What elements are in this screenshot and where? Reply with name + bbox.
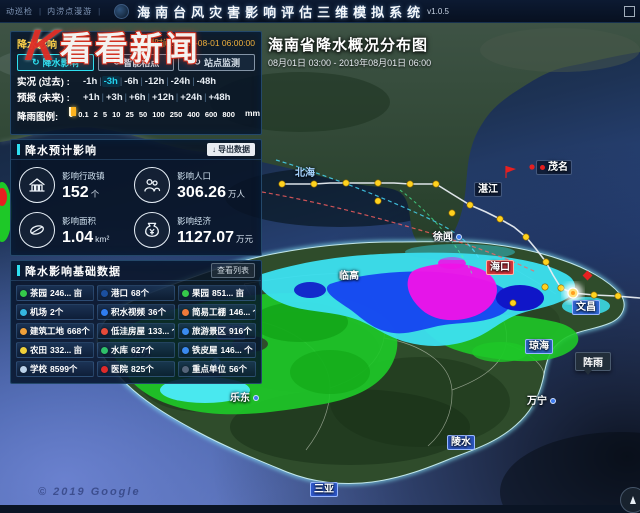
menu-separator: | bbox=[98, 7, 100, 16]
category-dot-icon bbox=[101, 347, 108, 354]
past-option--12h[interactable]: -12h bbox=[143, 76, 167, 87]
view-list-button[interactable]: 查看列表 bbox=[211, 263, 255, 278]
category-dot-icon bbox=[20, 366, 27, 373]
future-option-+6h[interactable]: +6h bbox=[127, 92, 148, 103]
compass-needle bbox=[630, 496, 636, 504]
basic-item-low-lying-house[interactable]: 低洼房屋133... 个 bbox=[97, 323, 175, 339]
past-option--1h[interactable]: -1h bbox=[81, 76, 99, 87]
past-label: 实况 (过去) : bbox=[17, 74, 81, 88]
legend-ticks: 00.1 25 1025 50100 250400 600800 bbox=[69, 110, 235, 119]
future-option-+1h[interactable]: +1h bbox=[81, 92, 102, 103]
impact-section-title: 降水预计影响 bbox=[25, 142, 97, 158]
forecast-time: 预测时间: 2019-08-01 06:00:00 bbox=[137, 37, 255, 49]
legend-unit: mm bbox=[245, 108, 260, 118]
basic-item-reservoir[interactable]: 水库627个 bbox=[97, 342, 175, 358]
past-option--48h[interactable]: -48h bbox=[195, 76, 219, 87]
basic-section-title: 降水影响基础数据 bbox=[25, 263, 121, 279]
legend-label: 降雨图例: bbox=[17, 108, 69, 123]
town-hall-icon bbox=[19, 167, 55, 203]
app-logo-icon bbox=[114, 4, 129, 19]
section-accent bbox=[17, 144, 20, 155]
tab-rainfall-impact[interactable]: 降水影响 bbox=[17, 36, 57, 51]
download-icon: ↓ bbox=[212, 145, 216, 154]
compass-icon[interactable] bbox=[620, 487, 640, 513]
past-option--6h[interactable]: -6h bbox=[122, 76, 140, 87]
refresh-icon: ↻ bbox=[193, 58, 201, 67]
stat-admin-towns: 影响行政镇 152个 bbox=[19, 166, 134, 203]
menu-separator: | bbox=[39, 7, 41, 16]
top-bar: 动巡检 | 内涝点漫游 | 海南台风灾害影响评估三维模拟系统 v1.0.5 bbox=[0, 0, 640, 23]
category-dot-icon bbox=[101, 366, 108, 373]
mode-button-station-monitor[interactable]: ↻ 站点监测 bbox=[178, 54, 255, 71]
rainfall-panel: 降水影响 | 预测时间: 2019-08-01 06:00:00 ↻ 降水影响 … bbox=[10, 31, 262, 388]
typhoon-current-position bbox=[563, 283, 583, 303]
basic-data-grid: 茶园246... 亩 港口68个 果园851... 亩 机场2个 积水视频36个… bbox=[11, 281, 261, 383]
refresh-icon: ↻ bbox=[113, 58, 121, 67]
rain-legend: 降雨图例: 00.1 25 1025 50100 250400 600800 m… bbox=[17, 108, 255, 130]
past-option--24h[interactable]: -24h bbox=[169, 76, 193, 87]
future-label: 预报 (未来) : bbox=[17, 90, 81, 104]
future-option-+48h[interactable]: +48h bbox=[206, 92, 232, 103]
past-option--3h[interactable]: -3h bbox=[102, 76, 120, 87]
area-icon bbox=[19, 212, 55, 248]
population-icon bbox=[134, 167, 170, 203]
future-option-+3h[interactable]: +3h bbox=[104, 92, 125, 103]
category-dot-icon bbox=[101, 328, 108, 335]
category-dot-icon bbox=[20, 309, 27, 316]
rainfall-control-section: 降水影响 | 预测时间: 2019-08-01 06:00:00 ↻ 降水影响 … bbox=[10, 31, 262, 135]
category-dot-icon bbox=[20, 328, 27, 335]
basic-item-key-unit[interactable]: 重点单位56个 bbox=[178, 361, 256, 377]
basic-item-farmland[interactable]: 农田332... 亩 bbox=[16, 342, 94, 358]
stat-economy: 影响经济 1127.07万元 bbox=[134, 211, 253, 248]
basic-item-construction-site[interactable]: 建筑工地668个 bbox=[16, 323, 94, 339]
category-dot-icon bbox=[20, 290, 27, 297]
mode-button-smart-grid[interactable]: ↻ 智能格点 bbox=[98, 54, 175, 71]
future-option-+12h[interactable]: +12h bbox=[150, 92, 176, 103]
basic-item-shed[interactable]: 简易工棚146... 个 bbox=[178, 304, 256, 320]
category-dot-icon bbox=[182, 347, 189, 354]
system-title: 海南台风灾害影响评估三维模拟系统 bbox=[137, 2, 425, 21]
category-dot-icon bbox=[101, 309, 108, 316]
category-dot-icon bbox=[101, 290, 108, 297]
category-dot-icon bbox=[182, 366, 189, 373]
basic-item-airport[interactable]: 机场2个 bbox=[16, 304, 94, 320]
fullscreen-icon[interactable] bbox=[624, 6, 635, 17]
category-dot-icon bbox=[20, 347, 27, 354]
impact-stats-section: 降水预计影响 ↓ 导出数据 影响行政镇 152个 bbox=[10, 139, 262, 256]
section-accent bbox=[17, 265, 20, 276]
category-dot-icon bbox=[182, 290, 189, 297]
past-time-selector: 实况 (过去) : -1h | -3h | -6h | -12h | -24h … bbox=[17, 73, 255, 89]
basic-item-tea-garden[interactable]: 茶园246... 亩 bbox=[16, 285, 94, 301]
menu-item-waterlogging-roam[interactable]: 内涝点漫游 bbox=[47, 6, 92, 17]
money-bag-icon bbox=[134, 212, 170, 248]
basic-item-hospital[interactable]: 医院825个 bbox=[97, 361, 175, 377]
system-version: v1.0.5 bbox=[427, 7, 449, 16]
weather-tooltip: 阵雨 bbox=[575, 352, 611, 371]
future-option-+24h[interactable]: +24h bbox=[178, 92, 204, 103]
basic-item-scenic-spot[interactable]: 旅游景区916个 bbox=[178, 323, 256, 339]
basic-item-flood-video[interactable]: 积水视频36个 bbox=[97, 304, 175, 320]
basic-item-school[interactable]: 学校8599个 bbox=[16, 361, 94, 377]
mode-button-rainfall-impact[interactable]: ↻ 降水影响 bbox=[17, 54, 94, 71]
basic-item-orchard[interactable]: 果园851... 亩 bbox=[178, 285, 256, 301]
menu-item-auto-patrol[interactable]: 动巡检 bbox=[6, 6, 33, 17]
header-separator: | bbox=[63, 38, 65, 48]
refresh-icon: ↻ bbox=[32, 58, 40, 67]
stat-population: 影响人口 306.26万人 bbox=[134, 166, 253, 203]
basic-item-tin-house[interactable]: 铁皮屋146... 个 bbox=[178, 342, 256, 358]
stat-area: 影响面积 1.04km² bbox=[19, 211, 134, 248]
export-data-button[interactable]: ↓ 导出数据 bbox=[207, 143, 255, 156]
basic-item-port[interactable]: 港口68个 bbox=[97, 285, 175, 301]
category-dot-icon bbox=[182, 328, 189, 335]
basic-data-section: 降水影响基础数据 查看列表 茶园246... 亩 港口68个 果园851... … bbox=[10, 260, 262, 384]
category-dot-icon bbox=[182, 309, 189, 316]
future-time-selector: 预报 (未来) : +1h | +3h | +6h | +12h | +24h … bbox=[17, 89, 255, 105]
